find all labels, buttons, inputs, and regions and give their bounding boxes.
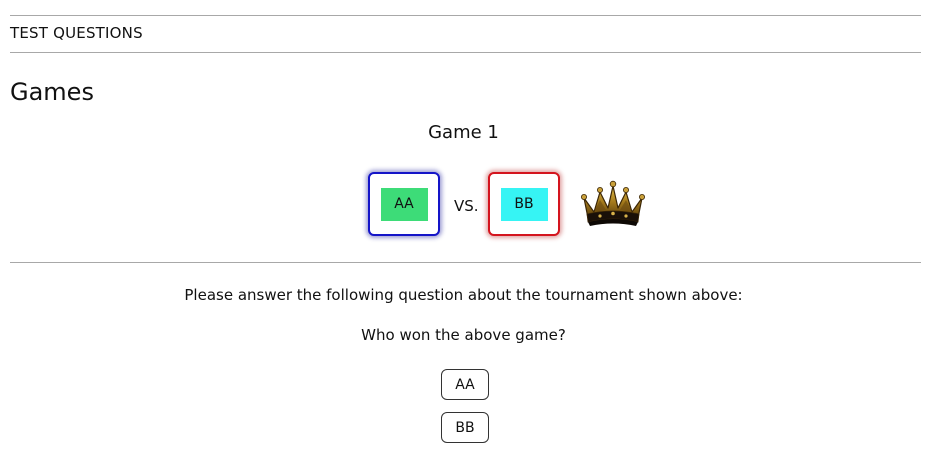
section-divider <box>10 262 921 263</box>
team-a-label: AA <box>380 187 428 221</box>
top-divider <box>10 15 921 16</box>
team-b-card: BB <box>488 172 560 236</box>
question-text: Who won the above game? <box>361 326 566 344</box>
game-title: Game 1 <box>428 122 499 143</box>
section-label: TEST QUESTIONS <box>10 24 143 42</box>
crown-icon <box>581 180 646 226</box>
team-b-label: BB <box>500 187 548 221</box>
answer-button-bb[interactable]: BB <box>441 412 489 443</box>
question-prompt: Please answer the following question abo… <box>184 286 743 304</box>
page-title: Games <box>10 78 94 106</box>
header-divider <box>10 52 921 53</box>
answer-button-aa[interactable]: AA <box>441 369 489 400</box>
vs-label: VS. <box>454 197 479 215</box>
team-a-card: AA <box>368 172 440 236</box>
